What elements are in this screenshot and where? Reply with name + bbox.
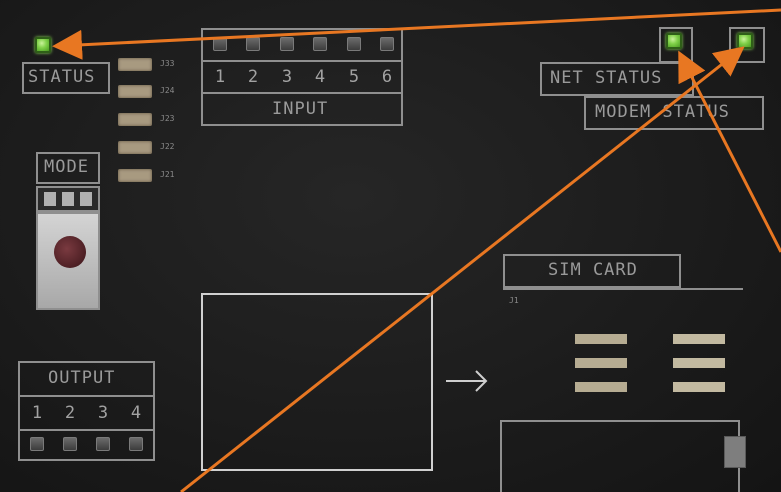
- callout-arrow-net: [678, 50, 781, 253]
- circuit-board-photo: STATUS J33 J24 J23 J22 J21 1 2 3 4 5 6 I…: [0, 0, 781, 492]
- callout-arrow-modem: [180, 46, 745, 492]
- callout-arrow-status: [52, 8, 781, 60]
- silkscreen-arrow: [446, 370, 488, 392]
- callout-arrows: [52, 8, 781, 492]
